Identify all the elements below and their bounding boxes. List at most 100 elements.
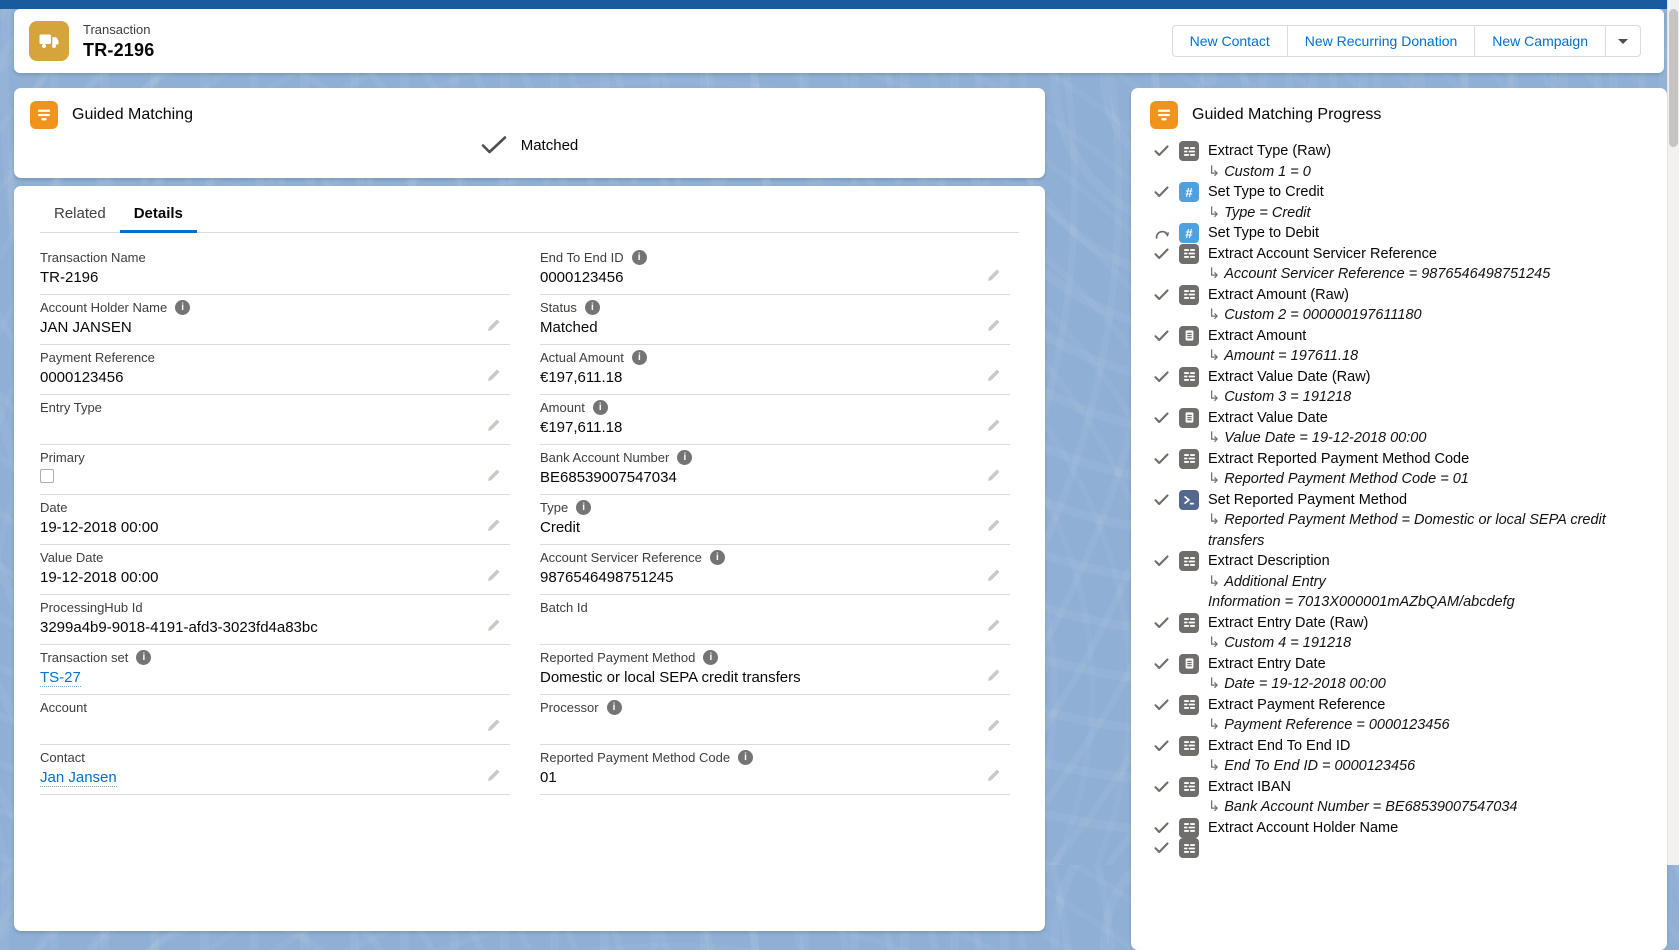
guided-matching-header: Guided Matching: [14, 88, 1045, 137]
step-label: Set Reported Payment Method: [1208, 490, 1643, 511]
field-label: Date: [40, 500, 67, 515]
step-done-check-icon: [1154, 842, 1179, 854]
step-skipped-arrow-icon: [1154, 227, 1179, 242]
edit-field-pencil-icon[interactable]: [486, 518, 501, 533]
tab-related[interactable]: Related: [40, 194, 120, 233]
info-icon[interactable]: i: [175, 300, 190, 315]
field-label-row: Value Date: [40, 545, 510, 565]
result-arrow-icon: ↳: [1208, 348, 1224, 364]
page-scrollbar[interactable]: [1667, 0, 1679, 865]
field-label: Account Servicer Reference: [540, 550, 702, 565]
primary-checkbox[interactable]: [40, 469, 54, 483]
field-label-row: Payment Reference: [40, 345, 510, 365]
field-label-row: Account: [40, 695, 510, 715]
field-label: ProcessingHub Id: [40, 600, 143, 615]
info-icon[interactable]: i: [576, 500, 591, 515]
steps-bars-icon: [35, 106, 53, 124]
edit-field-pencil-icon[interactable]: [486, 768, 501, 783]
transaction-record-icon: [29, 21, 69, 61]
result-arrow-icon: ↳: [1208, 635, 1224, 651]
info-icon[interactable]: i: [703, 650, 718, 665]
result-arrow-icon: ↳: [1208, 389, 1224, 405]
field-account: Account: [40, 695, 510, 745]
field-type: Typei Credit: [540, 495, 1010, 545]
step-done-check-icon: [1154, 289, 1179, 301]
field-label-row: Transaction seti: [40, 645, 510, 665]
step-result-text: End To End ID = 0000123456: [1224, 758, 1415, 774]
guided-step-extract-value-date: Extract Value Date↳ Value Date = 19-12-2…: [1154, 408, 1643, 449]
edit-field-pencil-icon[interactable]: [986, 768, 1001, 783]
field-transaction-set: Transaction seti TS-27: [40, 645, 510, 695]
info-icon[interactable]: i: [677, 450, 692, 465]
step-done-check-icon: [1154, 494, 1179, 506]
more-actions-dropdown-button[interactable]: [1605, 25, 1641, 57]
edit-field-pencil-icon[interactable]: [986, 668, 1001, 683]
edit-field-pencil-icon[interactable]: [986, 418, 1001, 433]
scrollbar-thumb[interactable]: [1669, 9, 1678, 147]
progress-step-list: Extract Type (Raw)↳ Custom 1 = 0#Set Typ…: [1131, 141, 1667, 858]
edit-field-pencil-icon[interactable]: [986, 318, 1001, 333]
step-result-text: Date = 19-12-2018 00:00: [1224, 676, 1386, 692]
info-icon[interactable]: i: [738, 750, 753, 765]
field-label-row: Entry Type: [40, 395, 510, 415]
top-navigation-strip: [0, 0, 1679, 9]
field-label-row: ProcessingHub Id: [40, 595, 510, 615]
new-recurring-donation-button[interactable]: New Recurring Donation: [1287, 25, 1476, 57]
edit-field-pencil-icon[interactable]: [486, 318, 501, 333]
field-label: Account: [40, 700, 87, 715]
edit-field-pencil-icon[interactable]: [486, 718, 501, 733]
edit-field-pencil-icon[interactable]: [986, 618, 1001, 633]
edit-field-pencil-icon[interactable]: [486, 618, 501, 633]
guided-step-extract-end-to-end-id: Extract End To End ID↳ End To End ID = 0…: [1154, 736, 1643, 777]
edit-field-pencil-icon[interactable]: [986, 268, 1001, 283]
matching-status: Matched: [14, 135, 1045, 155]
field-value-link[interactable]: TS-27: [40, 669, 81, 687]
edit-field-pencil-icon[interactable]: [986, 718, 1001, 733]
guided-step-extract-entry-date-raw: Extract Entry Date (Raw)↳ Custom 4 = 191…: [1154, 613, 1643, 654]
info-icon[interactable]: i: [632, 350, 647, 365]
field-label: Batch Id: [540, 600, 588, 615]
result-arrow-icon: ↳: [1208, 430, 1224, 446]
edit-field-pencil-icon[interactable]: [986, 368, 1001, 383]
step-done-check-icon: [1154, 555, 1179, 567]
field-value-link[interactable]: Jan Jansen: [40, 769, 117, 787]
field-account-holder-name: Account Holder NameiJAN JANSEN: [40, 295, 510, 345]
step-label: Extract Reported Payment Method Code: [1208, 449, 1643, 470]
info-icon[interactable]: i: [632, 250, 647, 265]
info-icon[interactable]: i: [136, 650, 151, 665]
step-type-hash-icon: #: [1179, 182, 1199, 202]
edit-field-pencil-icon[interactable]: [986, 568, 1001, 583]
step-result: ↳ Additional EntryInformation = 7013X000…: [1208, 572, 1643, 613]
edit-field-pencil-icon[interactable]: [486, 418, 501, 433]
info-icon[interactable]: i: [585, 300, 600, 315]
info-icon[interactable]: i: [593, 400, 608, 415]
field-value: Domestic or local SEPA credit transfers: [540, 668, 1010, 687]
result-arrow-icon: ↳: [1208, 717, 1224, 733]
step-result: ↳ Custom 4 = 191218: [1208, 633, 1643, 654]
step-label: Extract Account Holder Name: [1208, 818, 1643, 839]
truck-icon: [37, 29, 61, 53]
field-label-row: Reported Payment Method Codei: [540, 745, 1010, 765]
new-contact-button[interactable]: New Contact: [1172, 25, 1288, 57]
step-result-text: Custom 1 = 0: [1224, 164, 1311, 180]
edit-field-pencil-icon[interactable]: [486, 468, 501, 483]
result-arrow-icon: ↳: [1208, 205, 1224, 221]
step-result-text: Custom 2 = 000000197611180: [1224, 307, 1421, 323]
edit-field-pencil-icon[interactable]: [486, 368, 501, 383]
field-value: Credit: [540, 518, 1010, 537]
info-icon[interactable]: i: [607, 700, 622, 715]
step-type-table-icon: [1179, 449, 1199, 469]
edit-field-pencil-icon[interactable]: [986, 518, 1001, 533]
tab-details[interactable]: Details: [120, 194, 197, 233]
details-field-grid: Transaction NameTR-2196Account Holder Na…: [14, 233, 1045, 795]
edit-field-pencil-icon[interactable]: [486, 568, 501, 583]
edit-field-pencil-icon[interactable]: [986, 468, 1001, 483]
field-label-row: Statusi: [540, 295, 1010, 315]
step-done-check-icon: [1154, 145, 1179, 157]
new-campaign-button[interactable]: New Campaign: [1474, 25, 1606, 57]
guided-step-blank: [1154, 838, 1643, 858]
field-label-row: Typei: [540, 495, 1010, 515]
step-result-text: Account Servicer Reference = 98765464987…: [1224, 266, 1550, 282]
matching-status-text: Matched: [521, 137, 579, 154]
info-icon[interactable]: i: [710, 550, 725, 565]
